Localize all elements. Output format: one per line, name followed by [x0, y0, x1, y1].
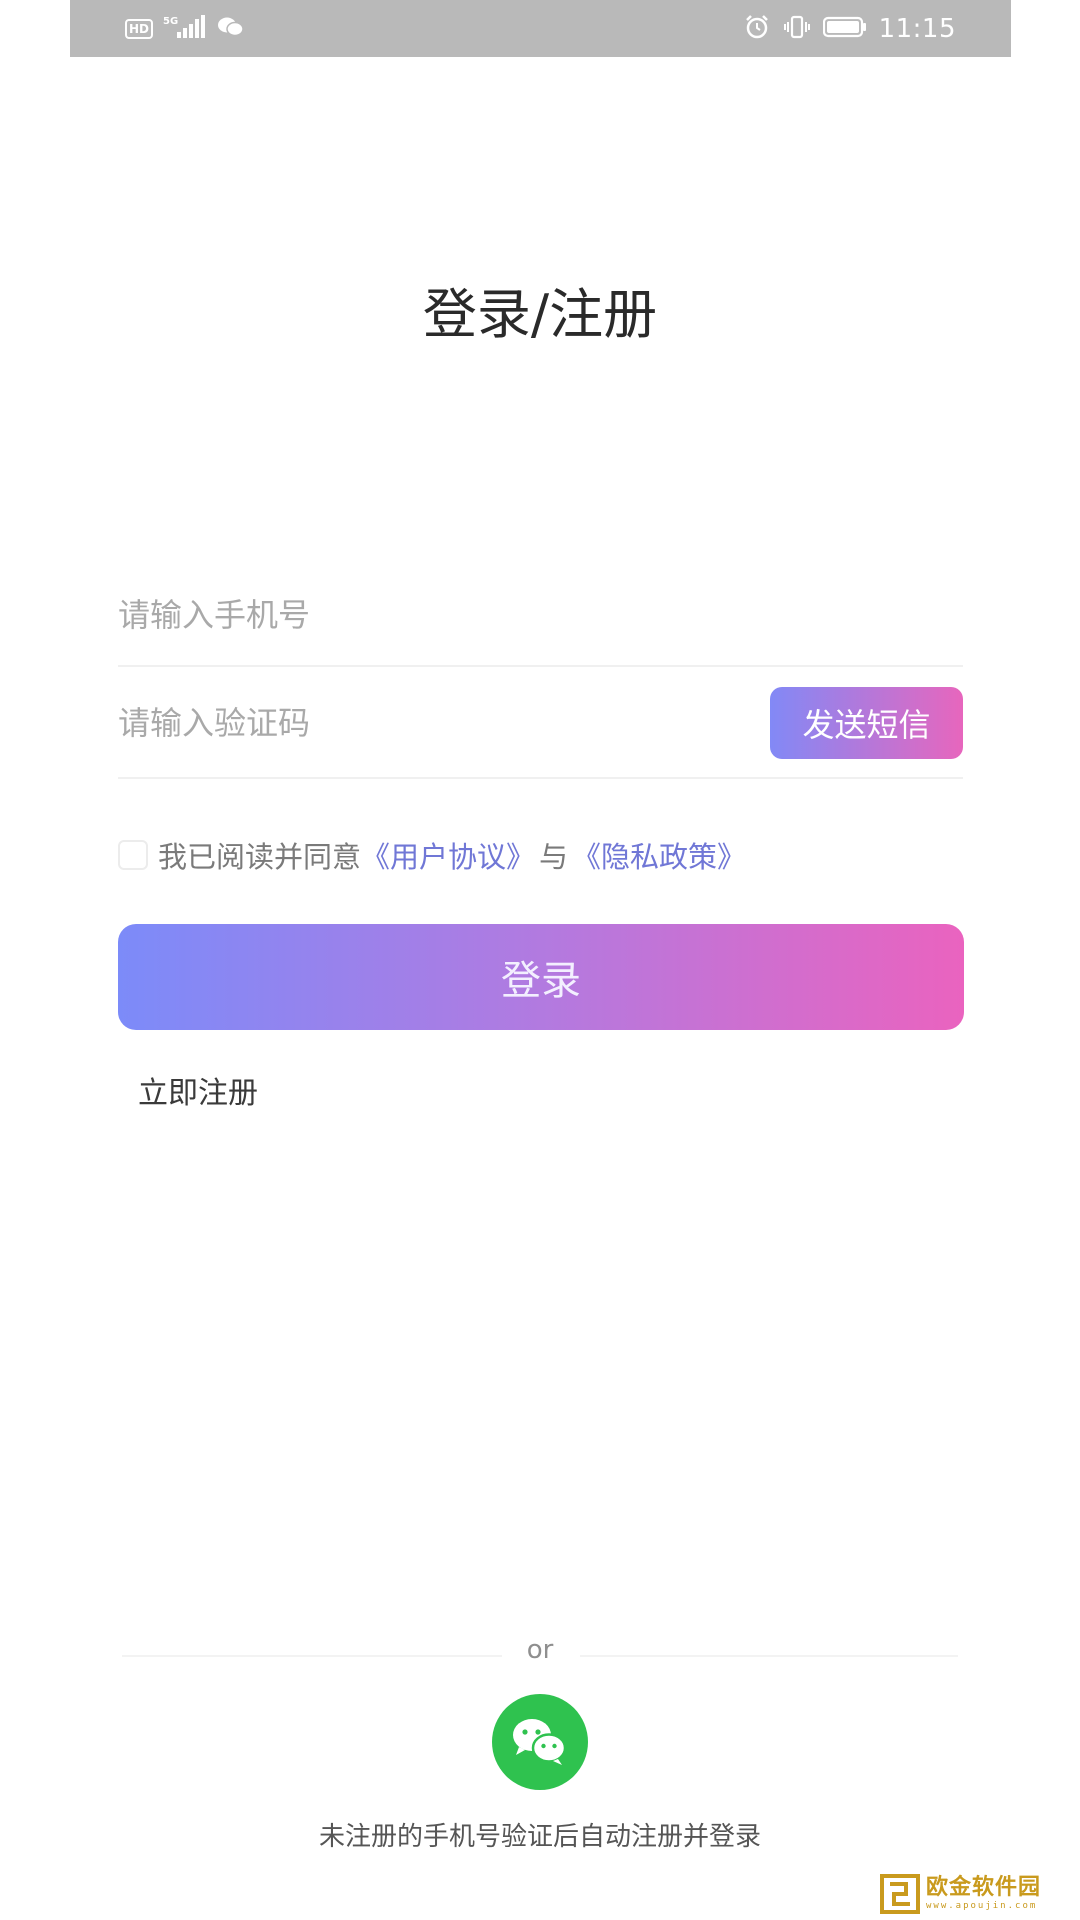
privacy-policy-link[interactable]: 《隐私政策》 [572, 834, 746, 876]
divider-right [580, 1655, 958, 1657]
agreement-prefix: 我已阅读并同意 [158, 840, 362, 874]
register-link[interactable]: 立即注册 [138, 1068, 258, 1112]
watermark-text: 欧金软件园 www.apoujin.com [926, 1877, 1041, 1911]
vibrate-icon [783, 13, 811, 45]
wechat-login-button[interactable] [492, 1694, 588, 1790]
battery-icon [822, 15, 867, 43]
status-time: 11:15 [878, 14, 956, 44]
footer-note: 未注册的手机号验证后自动注册并登录 [318, 1822, 761, 1852]
alarm-icon [743, 13, 771, 45]
wechat-notification-icon [217, 15, 245, 43]
phone-field [118, 570, 963, 667]
agreement-row: 我已阅读并同意 《用户协议》 与 《隐私政策》 [118, 830, 746, 880]
send-sms-button[interactable]: 发送短信 [770, 687, 963, 759]
user-agreement-link[interactable]: 《用户协议》 [361, 834, 535, 876]
network-label: 5G [163, 16, 178, 27]
or-label: or [526, 1635, 554, 1665]
status-bar-left: HD 5G [125, 14, 245, 44]
watermark-logo-icon [880, 1874, 920, 1914]
watermark-title: 欧金软件园 [926, 1875, 1042, 1900]
login-button[interactable]: 登录 [118, 924, 964, 1030]
phone-input[interactable] [118, 585, 678, 645]
wechat-icon [513, 1719, 567, 1765]
status-bar-right: 11:15 [743, 12, 956, 46]
page-title: 登录/注册 [422, 283, 658, 346]
watermark-url: www.apoujin.com [926, 1901, 1038, 1911]
status-bar: HD 5G 11:15 [70, 0, 1011, 57]
signal-icon: 5G [163, 14, 207, 44]
login-page: HD 5G 11:15 登录/注册 请输入手机号 请输入验证码 发送短信 我已阅… [0, 0, 1080, 1920]
watermark: 欧金软件园 www.apoujin.com [880, 1872, 1076, 1916]
agreement-checkbox[interactable] [118, 840, 148, 870]
code-field: 发送短信 [118, 685, 963, 779]
verification-code-input[interactable] [118, 693, 678, 753]
agreement-conjunction: 与 [539, 840, 569, 874]
hd-icon: HD [125, 19, 154, 39]
